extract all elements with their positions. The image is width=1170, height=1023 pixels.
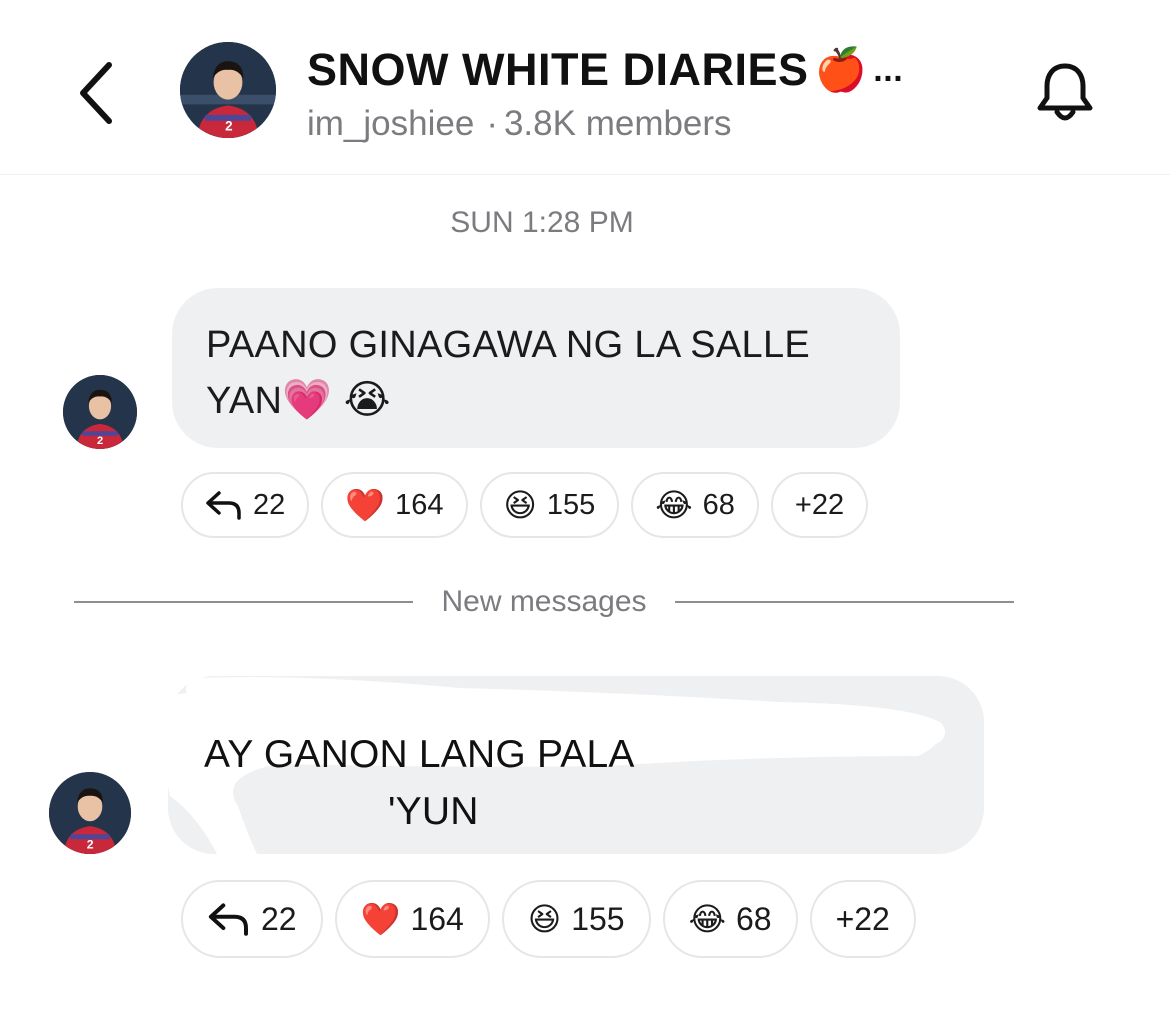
message-bubble[interactable]: PAANO GINAGAWA NG LA SALLE YAN💗 😭 <box>172 288 900 448</box>
more-reactions-chip[interactable]: +22 <box>809 880 916 958</box>
new-messages-divider: New messages <box>74 580 1015 624</box>
grinning-squint-icon: 😆 <box>503 487 537 523</box>
more-reactions-chip[interactable]: +22 <box>770 472 869 538</box>
bell-icon <box>1037 63 1093 121</box>
message-line: PAANO GINAGAWA NG LA SALLE <box>206 324 811 366</box>
notifications-button[interactable] <box>1030 58 1100 128</box>
chevron-left-icon <box>80 62 112 124</box>
more-reactions-count: +22 <box>794 488 845 521</box>
heart-icon: ❤️ <box>360 901 401 937</box>
message-line: AY GANON LANG PALA <box>204 733 635 776</box>
joy-count: 68 <box>735 900 772 937</box>
tears-of-joy-icon: 😂 <box>655 487 693 523</box>
grin-reaction-chip[interactable]: 😆 155 <box>479 472 620 538</box>
tears-of-joy-icon: 😂 <box>688 901 726 937</box>
reply-count: 22 <box>253 488 286 521</box>
back-button[interactable] <box>70 58 120 128</box>
reply-chip[interactable]: 22 <box>181 880 323 958</box>
reaction-bar: 22 ❤️ 164 😆 155 😂 68 +22 <box>181 880 916 958</box>
grin-reaction-chip[interactable]: 😆 155 <box>501 880 651 958</box>
heart-reaction-chip[interactable]: ❤️ 164 <box>334 880 490 958</box>
chat-header: 2 SNOW WHITE DIARIES 🍎... im_joshiee · 3.8K… <box>0 0 1170 175</box>
member-count: 3.8K members <box>503 104 732 143</box>
grinning-squint-icon: 😆 <box>527 901 562 937</box>
grin-count: 155 <box>571 900 625 937</box>
reaction-bar: 22 ❤️ 164 😆 155 😂 68 +22 <box>181 472 869 538</box>
reply-arrow-icon <box>206 491 241 520</box>
title-overflow: ... <box>873 50 904 89</box>
group-avatar[interactable]: 2 <box>180 42 276 138</box>
heart-reaction-chip[interactable]: ❤️ 164 <box>321 472 468 538</box>
apple-emoji: 🍎 <box>814 45 868 93</box>
heart-icon: ❤️ <box>345 487 386 523</box>
sender-avatar[interactable]: 2 <box>49 772 131 854</box>
reply-arrow-icon <box>208 903 248 936</box>
svg-text:2: 2 <box>97 435 103 447</box>
joy-reaction-chip[interactable]: 😂 68 <box>662 880 798 958</box>
joy-reaction-chip[interactable]: 😂 68 <box>631 472 759 538</box>
subtitle-separator: · <box>486 104 498 143</box>
reply-chip[interactable]: 22 <box>181 472 310 538</box>
divider-line <box>74 601 414 603</box>
joy-count: 68 <box>702 488 735 521</box>
group-title-text: SNOW WHITE DIARIES <box>307 44 809 95</box>
new-messages-label: New messages <box>441 585 647 618</box>
grin-count: 155 <box>546 488 596 521</box>
message-emojis: 💗 😭 <box>282 378 391 422</box>
sender-avatar[interactable]: 2 <box>63 375 137 449</box>
svg-text:2: 2 <box>87 837 94 851</box>
message-text: PAANO GINAGAWA NG LA SALLE YAN💗 😭 <box>206 318 866 429</box>
group-title[interactable]: SNOW WHITE DIARIES 🍎... <box>307 42 903 98</box>
heart-count: 164 <box>410 900 464 937</box>
group-subtitle: im_joshiee · 3.8K members <box>307 104 732 144</box>
message-timestamp: SUN 1:28 PM <box>450 206 634 239</box>
reply-count: 22 <box>261 900 297 937</box>
message-line: 'YUN <box>388 790 479 833</box>
owner-username: im_joshiee <box>307 104 475 143</box>
heart-count: 164 <box>395 488 444 521</box>
message-line-text: YAN <box>206 380 283 422</box>
divider-line <box>674 601 1015 603</box>
svg-text:2: 2 <box>225 118 232 133</box>
message-line: YAN💗 😭 <box>206 373 866 429</box>
more-reactions-count: +22 <box>835 900 890 937</box>
